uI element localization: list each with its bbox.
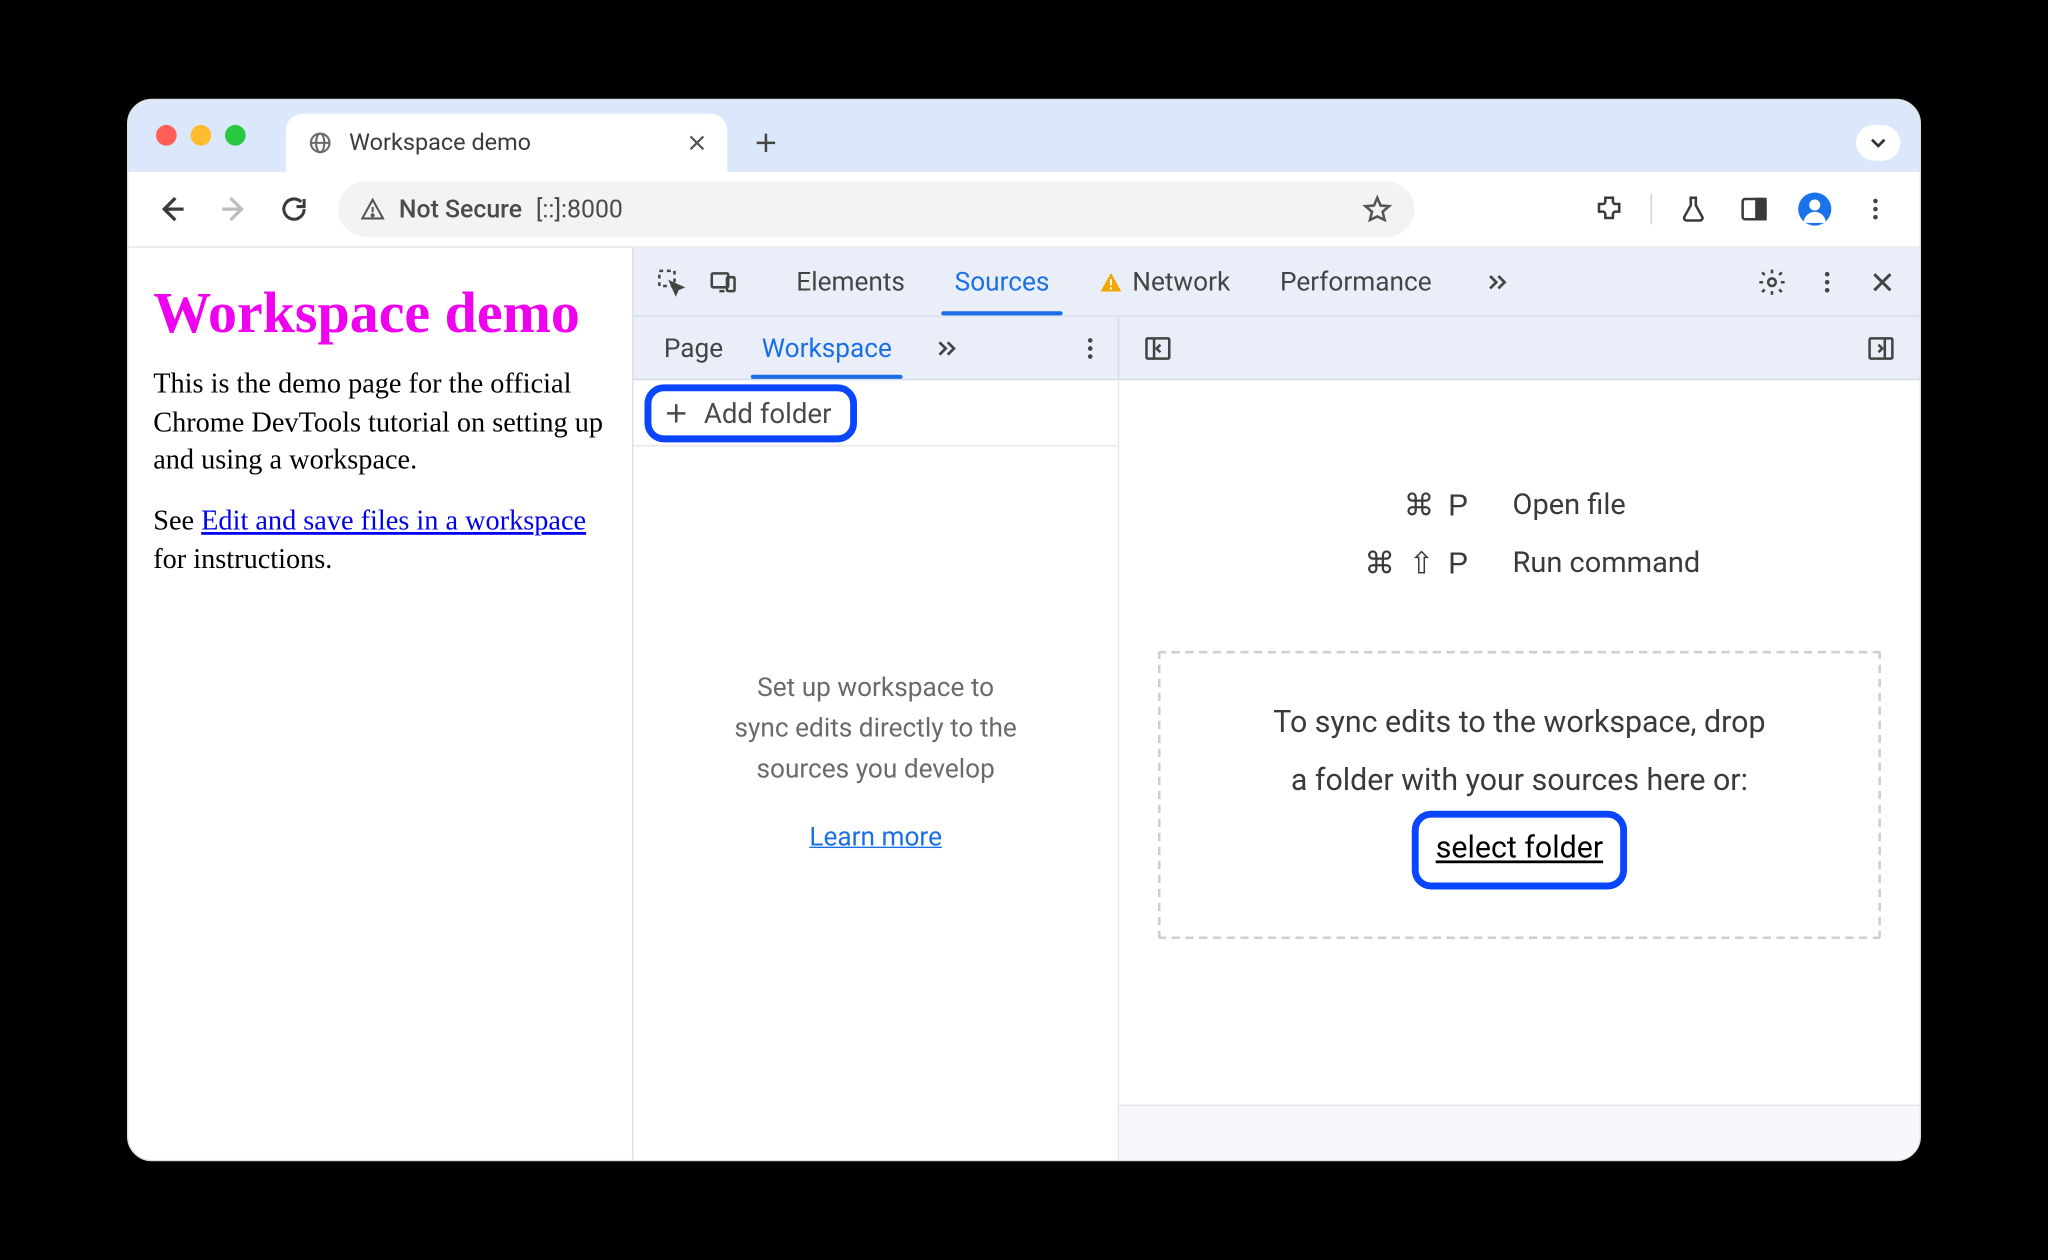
- navigator-menu-button[interactable]: [1063, 317, 1118, 379]
- url-text: [::]:8000: [536, 195, 623, 224]
- editor-footer: [1119, 1105, 1919, 1160]
- tab-network[interactable]: Network: [1074, 248, 1255, 316]
- warning-triangle-icon: [1099, 269, 1124, 294]
- shortcut-label: Run command: [1513, 547, 1789, 580]
- editor-pane: ⌘ P Open file ⌘ ⇧ P Run command To sync …: [1119, 380, 1919, 1160]
- tabs-overflow-button[interactable]: [1456, 248, 1539, 316]
- browser-tab[interactable]: Workspace demo: [286, 114, 728, 172]
- browser-toolbar: Not Secure [::]:8000: [128, 172, 1919, 248]
- browser-menu-button[interactable]: [1851, 184, 1901, 234]
- add-folder-label: Add folder: [704, 396, 832, 429]
- subtabs-overflow-button[interactable]: [911, 317, 983, 379]
- address-bar[interactable]: Not Secure [::]:8000: [338, 182, 1414, 237]
- tab-elements[interactable]: Elements: [771, 248, 929, 316]
- add-folder-row: Add folder: [633, 380, 1117, 446]
- devtools-panel: Elements Sources Network Performance: [632, 248, 1920, 1160]
- maximize-window-button[interactable]: [225, 125, 246, 146]
- workspace-drop-zone[interactable]: To sync edits to the workspace, drop a f…: [1158, 651, 1881, 940]
- globe-icon: [308, 130, 333, 155]
- new-tab-button[interactable]: [741, 118, 791, 168]
- browser-window: Workspace demo Not Secure [::]:8000: [127, 99, 1921, 1162]
- page-heading: Workspace demo: [153, 281, 607, 347]
- devtools-menu-button[interactable]: [1804, 258, 1851, 305]
- profile-button[interactable]: [1790, 184, 1840, 234]
- sources-body: Add folder Set up workspace to sync edit…: [633, 380, 1919, 1160]
- tab-sources[interactable]: Sources: [930, 248, 1074, 316]
- forward-button[interactable]: [208, 184, 258, 234]
- page-paragraph-2: See Edit and save files in a workspace f…: [153, 503, 607, 579]
- subtab-workspace[interactable]: Workspace: [742, 317, 911, 379]
- shortcut-label: Open file: [1513, 489, 1789, 522]
- back-button[interactable]: [148, 184, 198, 234]
- navigator-pane: Add folder Set up workspace to sync edit…: [633, 380, 1119, 1160]
- shortcut-hints: ⌘ P Open file ⌘ ⇧ P Run command: [1119, 488, 1919, 582]
- extensions-button[interactable]: [1584, 184, 1634, 234]
- tab-overflow-button[interactable]: [1856, 125, 1900, 161]
- avatar-icon: [1798, 193, 1831, 226]
- window-controls: [156, 125, 246, 146]
- workspace-docs-link[interactable]: Edit and save files in a workspace: [201, 506, 586, 536]
- tab-strip: Workspace demo: [128, 100, 1919, 172]
- show-debugger-button[interactable]: [1856, 323, 1906, 373]
- devtools-tabs: Elements Sources Network Performance: [771, 248, 1539, 316]
- content-area: Workspace demo This is the demo page for…: [128, 248, 1919, 1160]
- labs-button[interactable]: [1668, 184, 1718, 234]
- tab-performance[interactable]: Performance: [1255, 248, 1456, 316]
- select-folder-button[interactable]: select folder: [1412, 810, 1626, 890]
- side-panel-button[interactable]: [1729, 184, 1779, 234]
- warning-icon: [360, 197, 385, 222]
- reload-button[interactable]: [269, 184, 319, 234]
- inspect-element-button[interactable]: [647, 258, 694, 305]
- shortcut-open-file: ⌘ P Open file: [1250, 488, 1788, 524]
- devtools-settings-button[interactable]: [1749, 258, 1796, 305]
- tab-title: Workspace demo: [349, 129, 531, 157]
- close-window-button[interactable]: [156, 125, 177, 146]
- shortcut-keys: ⌘ P: [1250, 488, 1471, 524]
- learn-more-link[interactable]: Learn more: [675, 817, 1077, 858]
- devtools-toolbar: Elements Sources Network Performance: [633, 248, 1919, 317]
- minimize-window-button[interactable]: [190, 125, 211, 146]
- shortcut-keys: ⌘ ⇧ P: [1250, 546, 1471, 582]
- shortcut-run-command: ⌘ ⇧ P Run command: [1250, 546, 1788, 582]
- plus-icon: [662, 399, 690, 427]
- devtools-close-button[interactable]: [1859, 258, 1906, 305]
- sources-navigator-tabs: Page Workspace: [633, 317, 1119, 379]
- add-folder-button[interactable]: Add folder: [645, 384, 858, 442]
- bookmark-star-icon[interactable]: [1362, 194, 1392, 224]
- workspace-help-text: Set up workspace to sync edits directly …: [633, 667, 1117, 857]
- page-viewport: Workspace demo This is the demo page for…: [128, 248, 632, 1160]
- toolbar-divider: [1651, 194, 1652, 224]
- not-secure-label: Not Secure: [399, 195, 522, 224]
- subtab-page[interactable]: Page: [645, 317, 743, 379]
- show-navigator-button[interactable]: [1133, 323, 1183, 373]
- device-toolbar-button[interactable]: [700, 258, 747, 305]
- sources-subtoolbar: Page Workspace: [633, 317, 1919, 380]
- page-paragraph-1: This is the demo page for the official C…: [153, 366, 607, 481]
- close-tab-button[interactable]: [686, 132, 708, 154]
